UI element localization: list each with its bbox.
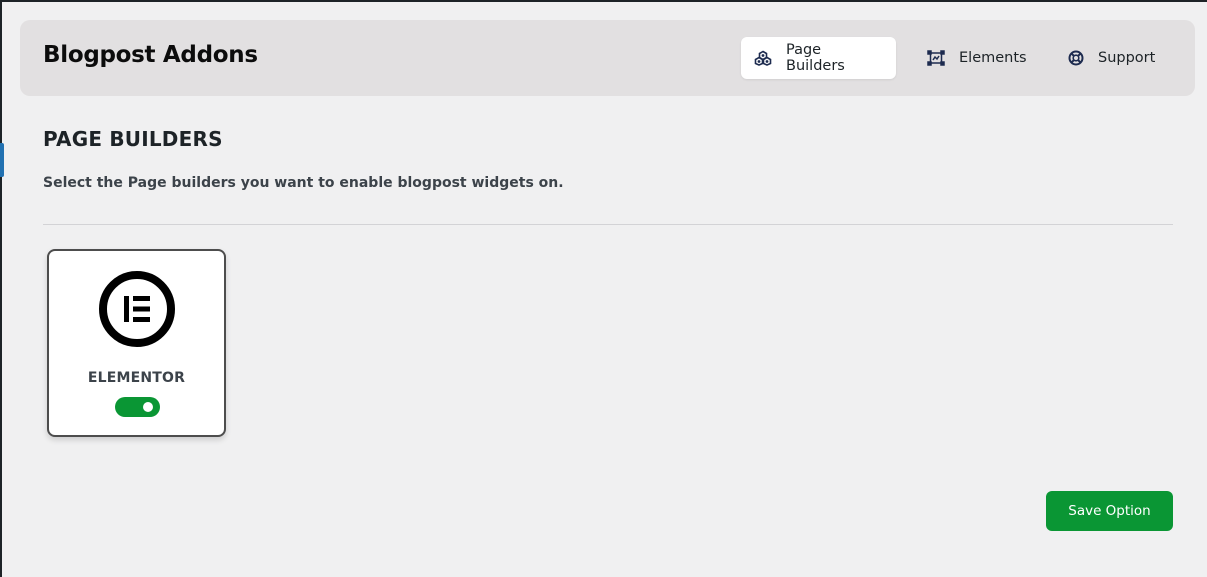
nav-tab-label: Support bbox=[1098, 50, 1156, 66]
page-builder-name: ELEMENTOR bbox=[87, 370, 186, 386]
window-top-border bbox=[0, 0, 1207, 2]
plugin-header: Blogpost Addons Page Builders Elements S… bbox=[20, 20, 1195, 96]
nav-tab-elements[interactable]: Elements bbox=[914, 37, 1029, 79]
admin-sidebar-active-indicator bbox=[0, 143, 4, 177]
frame-icon bbox=[927, 49, 945, 67]
section-title: PAGE BUILDERS bbox=[43, 127, 223, 151]
section-divider bbox=[43, 224, 1173, 225]
nav-tab-label: Elements bbox=[959, 50, 1027, 66]
elementor-logo-icon bbox=[98, 270, 176, 348]
save-option-button[interactable]: Save Option bbox=[1046, 491, 1173, 531]
nav-tab-support[interactable]: Support bbox=[1055, 37, 1163, 79]
toggle-knob bbox=[143, 402, 153, 412]
lifebuoy-icon bbox=[1068, 49, 1084, 67]
plugin-title: Blogpost Addons bbox=[43, 42, 258, 68]
elementor-enable-toggle[interactable] bbox=[115, 397, 160, 417]
admin-sidebar-edge bbox=[0, 0, 2, 577]
nav-tab-label: Page Builders bbox=[786, 42, 845, 74]
cubes-icon bbox=[754, 49, 772, 67]
page-builder-card-elementor: ELEMENTOR bbox=[47, 249, 226, 437]
section-description: Select the Page builders you want to ena… bbox=[43, 175, 564, 191]
nav-tab-page-builders[interactable]: Page Builders bbox=[741, 37, 896, 79]
